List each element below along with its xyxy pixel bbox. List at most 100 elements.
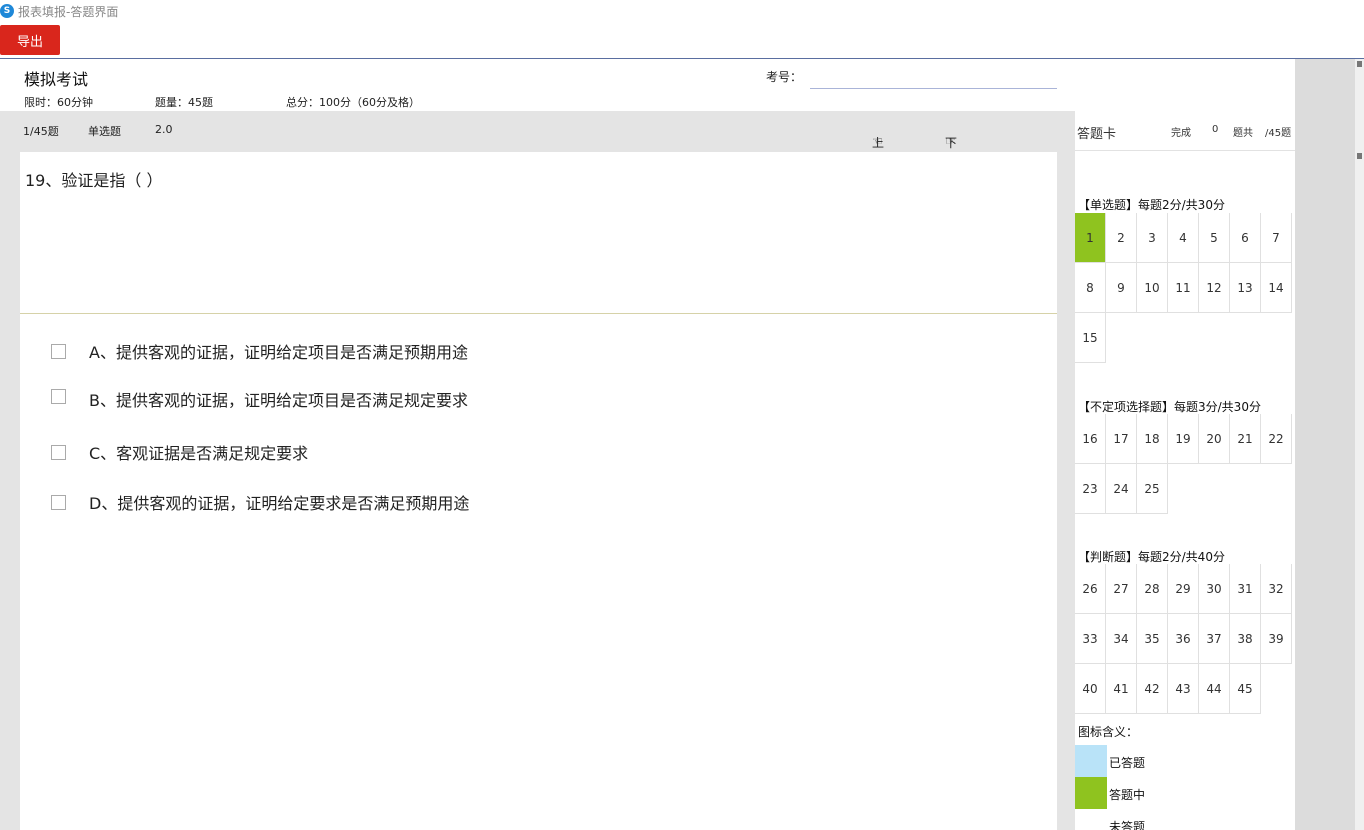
question-number-cell[interactable]: 15 xyxy=(1075,313,1106,363)
page-scrollbar[interactable] xyxy=(1355,59,1364,830)
option-checkbox[interactable] xyxy=(51,494,66,510)
question-number-cell[interactable]: 5 xyxy=(1199,213,1230,263)
question-number-cell[interactable]: 35 xyxy=(1137,614,1168,664)
question-panel: 1/45题 单选题 2.0 ☜ 上一题 下一题 ☞ 19、验证是指（ ） A、提… xyxy=(0,111,1075,830)
question-text: 19、验证是指（ ） xyxy=(25,171,163,190)
question-number-cell[interactable]: 13 xyxy=(1230,263,1261,313)
question-number-cell[interactable]: 29 xyxy=(1168,564,1199,614)
question-number-cell[interactable]: 26 xyxy=(1075,564,1106,614)
options-list: A、提供客观的证据，证明给定项目是否满足预期用途 B、提供客观的证据，证明给定项… xyxy=(20,314,1057,830)
legend-answered: 已答题 xyxy=(1075,745,1295,777)
question-number-cell[interactable]: 12 xyxy=(1199,263,1230,313)
question-number-cell[interactable]: 36 xyxy=(1168,614,1199,664)
legend-swatch xyxy=(1075,809,1107,830)
question-progress: 1/45题 xyxy=(23,125,59,138)
question-number-cell[interactable]: 2 xyxy=(1106,213,1137,263)
total-label: 题共 xyxy=(1233,128,1253,139)
question-number-cell[interactable]: 18 xyxy=(1137,414,1168,464)
option-label: C、客观证据是否满足规定要求 xyxy=(89,444,309,463)
title-bar: S 报表填报-答题界面 xyxy=(0,0,1364,22)
question-number-cell[interactable]: 30 xyxy=(1199,564,1230,614)
question-number-cell[interactable]: 37 xyxy=(1199,614,1230,664)
question-toolbar: 1/45题 单选题 2.0 ☜ 上一题 下一题 ☞ xyxy=(0,111,1075,184)
question-number-cell[interactable]: 19 xyxy=(1168,414,1199,464)
total-score: 总分：100分（60分及格） xyxy=(286,96,420,109)
question-type: 单选题 xyxy=(88,125,121,138)
section-single-choice-label: 【单选题】每题2分/共30分 xyxy=(1078,198,1225,212)
question-number-cell[interactable]: 20 xyxy=(1199,414,1230,464)
total-value: /45题 xyxy=(1265,128,1292,139)
question-number-cell[interactable]: 11 xyxy=(1168,263,1199,313)
question-count: 题量：45题 xyxy=(155,96,213,109)
question-number-cell[interactable]: 27 xyxy=(1106,564,1137,614)
answer-card-title: 答题卡 xyxy=(1077,127,1117,142)
option-label: A、提供客观的证据，证明给定项目是否满足预期用途 xyxy=(89,343,468,362)
question-number-cell[interactable]: 45 xyxy=(1230,664,1261,714)
legend-label: 答题中 xyxy=(1109,788,1146,802)
legend-in-progress: 答题中 xyxy=(1075,777,1295,809)
question-number-cell[interactable]: 17 xyxy=(1106,414,1137,464)
app-logo-icon: S xyxy=(0,4,14,18)
question-number-cell[interactable]: 8 xyxy=(1075,263,1106,313)
window-title: 报表填报-答题界面 xyxy=(18,4,119,19)
legend-swatch xyxy=(1075,745,1107,777)
question-number-cell[interactable]: 22 xyxy=(1261,414,1292,464)
panel-scrollbar[interactable] xyxy=(1295,59,1355,830)
question-number-cell[interactable]: 14 xyxy=(1261,263,1292,313)
question-number-cell[interactable]: 32 xyxy=(1261,564,1292,614)
question-number-cell[interactable]: 40 xyxy=(1075,664,1106,714)
question-number-cell[interactable]: 3 xyxy=(1137,213,1168,263)
question-number-cell[interactable]: 10 xyxy=(1137,263,1168,313)
single-choice-grid: 1 2 3 4 5 6 7 8 9 10 11 12 13 14 15 xyxy=(1075,213,1292,363)
question-number-cell[interactable]: 9 xyxy=(1106,263,1137,313)
multi-choice-grid: 16 17 18 19 20 21 22 23 24 25 xyxy=(1075,414,1292,514)
section-multi-choice-label: 【不定项选择题】每题3分/共30分 xyxy=(1078,400,1261,414)
question-number-cell[interactable]: 1 xyxy=(1075,213,1106,263)
option-checkbox[interactable] xyxy=(51,343,66,359)
question-number-cell[interactable]: 21 xyxy=(1230,414,1261,464)
question-number-cell[interactable]: 39 xyxy=(1261,614,1292,664)
question-number-cell[interactable]: 34 xyxy=(1106,614,1137,664)
option-checkbox[interactable] xyxy=(51,444,66,460)
question-stem: 19、验证是指（ ） xyxy=(20,152,1057,313)
question-score: 2.0 xyxy=(155,123,173,136)
legend-label: 已答题 xyxy=(1109,756,1146,770)
legend-swatch xyxy=(1075,777,1107,809)
question-number-cell[interactable]: 38 xyxy=(1230,614,1261,664)
exam-no-field[interactable] xyxy=(810,67,1057,89)
question-number-cell[interactable]: 44 xyxy=(1199,664,1230,714)
scroll-thumb[interactable] xyxy=(1357,61,1362,67)
completed-label: 完成 xyxy=(1171,128,1191,139)
legend-unanswered: 未答题 xyxy=(1075,809,1295,830)
question-number-cell[interactable]: 43 xyxy=(1168,664,1199,714)
section-true-false-label: 【判断题】每题2分/共40分 xyxy=(1078,550,1225,564)
option-a[interactable]: A、提供客观的证据，证明给定项目是否满足预期用途 xyxy=(20,338,720,364)
scroll-thumb[interactable] xyxy=(1357,153,1362,159)
option-c[interactable]: C、客观证据是否满足规定要求 xyxy=(20,439,720,465)
time-limit: 限时：60分钟 xyxy=(24,96,93,109)
question-number-cell[interactable]: 28 xyxy=(1137,564,1168,614)
question-number-cell[interactable]: 6 xyxy=(1230,213,1261,263)
completed-count: 0 xyxy=(1212,124,1219,135)
question-number-cell[interactable]: 42 xyxy=(1137,664,1168,714)
question-number-cell[interactable]: 4 xyxy=(1168,213,1199,263)
question-number-cell[interactable]: 25 xyxy=(1137,464,1168,514)
option-label: D、提供客观的证据，证明给定要求是否满足预期用途 xyxy=(89,494,470,513)
legend-label: 未答题 xyxy=(1109,820,1146,830)
option-d[interactable]: D、提供客观的证据，证明给定要求是否满足预期用途 xyxy=(20,489,720,515)
answer-card: 答题卡 完成 0 题共 /45题 【单选题】每题2分/共30分 12345678… xyxy=(1075,111,1295,830)
question-number-cell[interactable]: 31 xyxy=(1230,564,1261,614)
option-label: B、提供客观的证据，证明给定项目是否满足规定要求 xyxy=(89,391,468,410)
exam-header: 模拟考试 限时：60分钟 题量：45题 总分：100分（60分及格） 考号： xyxy=(0,59,1295,111)
question-number-cell[interactable]: 24 xyxy=(1106,464,1137,514)
question-number-cell[interactable]: 33 xyxy=(1075,614,1106,664)
question-number-cell[interactable]: 16 xyxy=(1075,414,1106,464)
legend-title: 图标含义： xyxy=(1078,725,1139,739)
export-button[interactable]: 导出 xyxy=(0,25,60,55)
question-number-cell[interactable]: 23 xyxy=(1075,464,1106,514)
question-number-cell[interactable]: 41 xyxy=(1106,664,1137,714)
exam-no-label: 考号： xyxy=(766,70,803,84)
option-checkbox[interactable] xyxy=(51,389,66,404)
question-number-cell[interactable]: 7 xyxy=(1261,213,1292,263)
option-b[interactable]: B、提供客观的证据，证明给定项目是否满足规定要求 xyxy=(20,386,720,412)
